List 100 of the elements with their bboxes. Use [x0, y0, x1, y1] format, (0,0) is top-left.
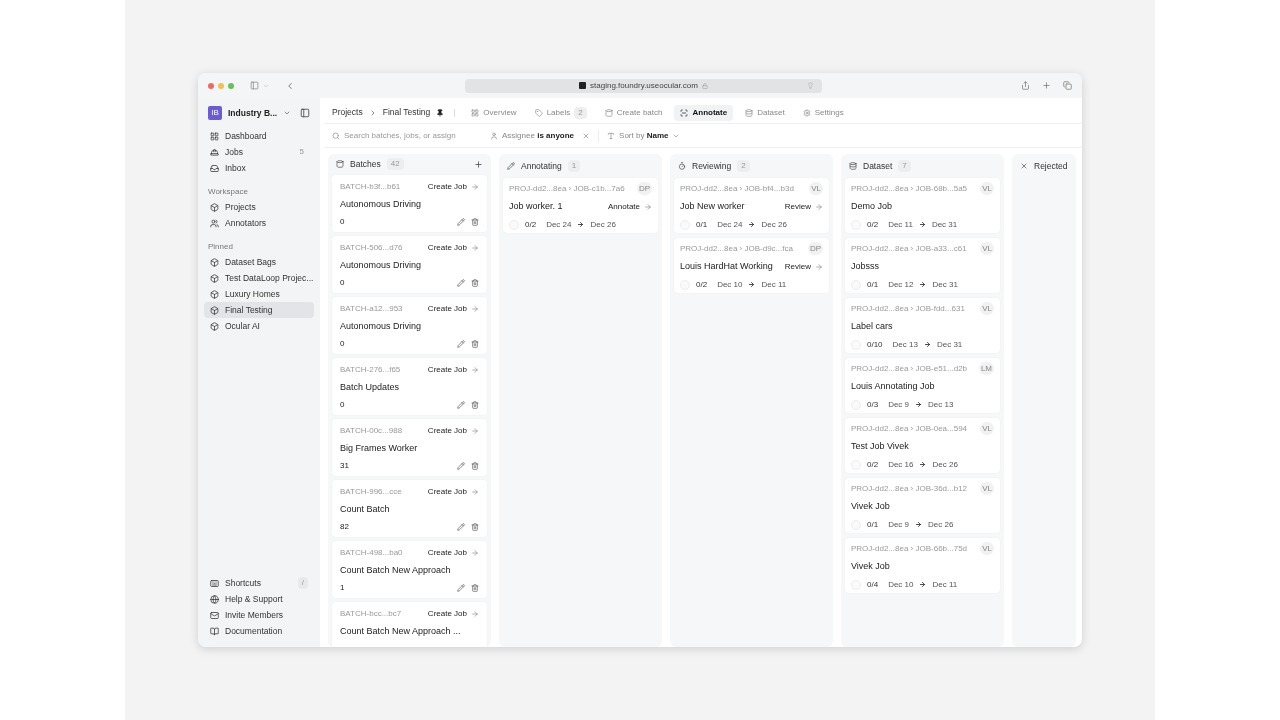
trash-icon[interactable]	[471, 218, 479, 227]
tab[interactable]: Annotate	[674, 104, 734, 121]
sidebar-item[interactable]: Annotators	[204, 215, 314, 231]
assignee-avatar: VL	[980, 542, 994, 555]
trash-icon[interactable]	[471, 340, 479, 349]
job-title: Vivek Job	[851, 560, 890, 573]
job-card[interactable]: PROJ-dd2...8ea › JOB-d9c...fca DP Louis HardHat Working Review 0/2 Dec 10 Dec 11	[674, 238, 829, 293]
edit-icon[interactable]	[457, 401, 465, 410]
create-job-button[interactable]: Create Job	[427, 424, 479, 437]
tab[interactable]: Overview	[465, 104, 523, 121]
batch-card[interactable]: BATCH-bcc...bc7 Create Job Count Batch New Approach ...	[332, 601, 487, 647]
create-job-button[interactable]: Create Job	[427, 180, 479, 193]
sidebar-toggle-icon[interactable]	[250, 81, 259, 90]
item-count: 0	[340, 216, 345, 229]
batch-card[interactable]: BATCH-276...f65 Create Job Batch Updates 0	[332, 357, 487, 415]
job-card[interactable]: PROJ-dd2...8ea › JOB-68b...5a5 VL Demo Job 0/2 Dec 11 Dec 31	[845, 178, 1000, 233]
tabs-icon[interactable]	[1063, 81, 1072, 90]
edit-icon[interactable]	[457, 523, 465, 532]
batch-card[interactable]: BATCH-498...ba0 Create Job Count Batch New Approach 1	[332, 540, 487, 598]
job-action-button[interactable]: Review	[784, 260, 823, 273]
batch-card[interactable]: BATCH-996...cce Create Job Count Batch 82	[332, 479, 487, 537]
sidebar-item[interactable]: Shortcuts /	[204, 575, 314, 591]
tab[interactable]: Labels 2	[528, 104, 593, 121]
new-tab-icon[interactable]	[1042, 81, 1051, 90]
breadcrumb-link[interactable]: Final Testing	[382, 106, 431, 119]
create-job-button[interactable]: Create Job	[427, 302, 479, 315]
batch-title: Count Batch	[340, 502, 391, 516]
sidebar-item[interactable]: Documentation	[204, 623, 314, 639]
address-bar[interactable]: staging.foundry.useocular.com	[465, 78, 822, 93]
batch-card[interactable]: BATCH-00c...988 Create Job Big Frames Worker 31	[332, 418, 487, 476]
arrow-icon	[919, 581, 927, 588]
batch-card[interactable]: BATCH-b3f...b61 Create Job Autonomous Driving 0	[332, 174, 487, 232]
job-card[interactable]: PROJ-dd2...8ea › JOB-e51...d2b LM Louis Annotating Job 0/3 Dec 9 Dec 13	[845, 358, 1000, 413]
assignee-avatar: DP	[636, 182, 652, 195]
bulb-icon[interactable]	[807, 82, 814, 89]
batch-card[interactable]: BATCH-506...d76 Create Job Autonomous Driving 0	[332, 235, 487, 293]
sidebar-item[interactable]: Inbox	[204, 160, 314, 176]
sidebar-item[interactable]: Dataset Bags	[204, 254, 314, 270]
sidebar-item[interactable]: Luxury Homes	[204, 286, 314, 302]
trash-icon[interactable]	[471, 401, 479, 410]
timer-icon	[678, 162, 686, 170]
create-job-button[interactable]: Create Job	[427, 607, 479, 620]
tab[interactable]: Settings	[796, 104, 850, 121]
job-title: Louis HardHat Working	[680, 260, 773, 273]
sidebar-item[interactable]: Projects	[204, 199, 314, 215]
sidebar-item[interactable]: Ocular AI	[204, 318, 314, 334]
trash-icon[interactable]	[471, 523, 479, 532]
assignee-avatar: VL	[980, 482, 994, 495]
job-action-button[interactable]: Annotate	[607, 200, 652, 213]
create-job-button[interactable]: Create Job	[427, 363, 479, 376]
create-job-button[interactable]: Create Job	[427, 241, 479, 254]
cube-icon	[210, 202, 219, 212]
chevron-down-icon[interactable]	[283, 109, 292, 117]
batch-id: BATCH-a12...953	[340, 302, 403, 315]
assignee-filter[interactable]: Assignee is anyone	[490, 129, 591, 142]
job-action-button[interactable]: Review	[784, 200, 823, 213]
breadcrumb-link[interactable]: Projects	[332, 106, 363, 119]
tab[interactable]: Dataset	[739, 104, 791, 121]
chevron-down-icon[interactable]	[263, 82, 269, 89]
sidebar-item[interactable]: Test DataLoop Projec...	[204, 270, 314, 286]
sidebar-item[interactable]: Dashboard	[204, 128, 314, 144]
edit-icon[interactable]	[457, 340, 465, 349]
search-field[interactable]: Search batches, jobs, or assign	[332, 129, 482, 142]
share-icon[interactable]	[1021, 81, 1030, 90]
trash-icon[interactable]	[471, 462, 479, 471]
end-date: Dec 11	[761, 278, 787, 291]
close-icon[interactable]	[582, 131, 591, 140]
batch-card[interactable]: BATCH-a12...953 Create Job Autonomous Driving 0	[332, 296, 487, 354]
sort-dropdown[interactable]: Sort by Name	[598, 129, 681, 142]
job-card[interactable]: PROJ-dd2...8ea › JOB-bf4...b3d VL Job New worker Review 0/1 Dec 24 Dec 26	[674, 178, 829, 233]
cube-icon	[210, 305, 219, 315]
job-card[interactable]: PROJ-dd2...8ea › JOB-fdd...631 VL Label cars 0/10 Dec 13 Dec 31	[845, 298, 1000, 353]
edit-icon[interactable]	[457, 279, 465, 288]
back-icon[interactable]	[285, 80, 295, 91]
sidebar-item[interactable]: Jobs 5	[204, 144, 314, 160]
job-card[interactable]: PROJ-dd2...8ea › JOB-a33...c61 VL Jobsss 0/1 Dec 12 Dec 31	[845, 238, 1000, 293]
edit-icon[interactable]	[457, 218, 465, 227]
job-card[interactable]: PROJ-dd2...8ea › JOB-0ea...594 VL Test Job Vivek 0/2 Dec 16 Dec 26	[845, 418, 1000, 473]
create-job-button[interactable]: Create Job	[427, 485, 479, 498]
arrow-icon	[644, 202, 652, 211]
trash-icon[interactable]	[471, 584, 479, 593]
end-date: Dec 26	[761, 218, 787, 231]
trash-icon[interactable]	[471, 279, 479, 288]
tab[interactable]: Create batch	[598, 104, 669, 121]
add-icon[interactable]	[474, 159, 483, 169]
job-card[interactable]: PROJ-dd2...8ea › JOB-36d...b12 VL Vivek Job 0/1 Dec 9 Dec 26	[845, 478, 1000, 533]
edit-icon[interactable]	[457, 462, 465, 471]
workspace-name[interactable]: Industry B...	[228, 106, 278, 120]
sidebar-item[interactable]: Help & Support	[204, 591, 314, 607]
sidebar-item[interactable]: Final Testing	[204, 302, 314, 318]
collapse-sidebar-icon[interactable]	[300, 108, 310, 118]
batch-id: BATCH-bcc...bc7	[340, 607, 402, 620]
sidebar-item[interactable]: Invite Members	[204, 607, 314, 623]
job-card[interactable]: PROJ-dd2...8ea › JOB-66b...75d VL Vivek Job 0/4 Dec 10 Dec 11	[845, 538, 1000, 593]
job-title: Jobsss	[851, 260, 879, 273]
arrow-icon	[471, 487, 479, 496]
edit-icon[interactable]	[457, 584, 465, 593]
create-job-button[interactable]: Create Job	[427, 546, 479, 559]
pin-icon[interactable]	[436, 108, 445, 117]
job-card[interactable]: PROJ-dd2...8ea › JOB-c1b...7a6 DP Job worker. 1 Annotate 0/2 Dec 24 Dec 26	[503, 178, 658, 233]
